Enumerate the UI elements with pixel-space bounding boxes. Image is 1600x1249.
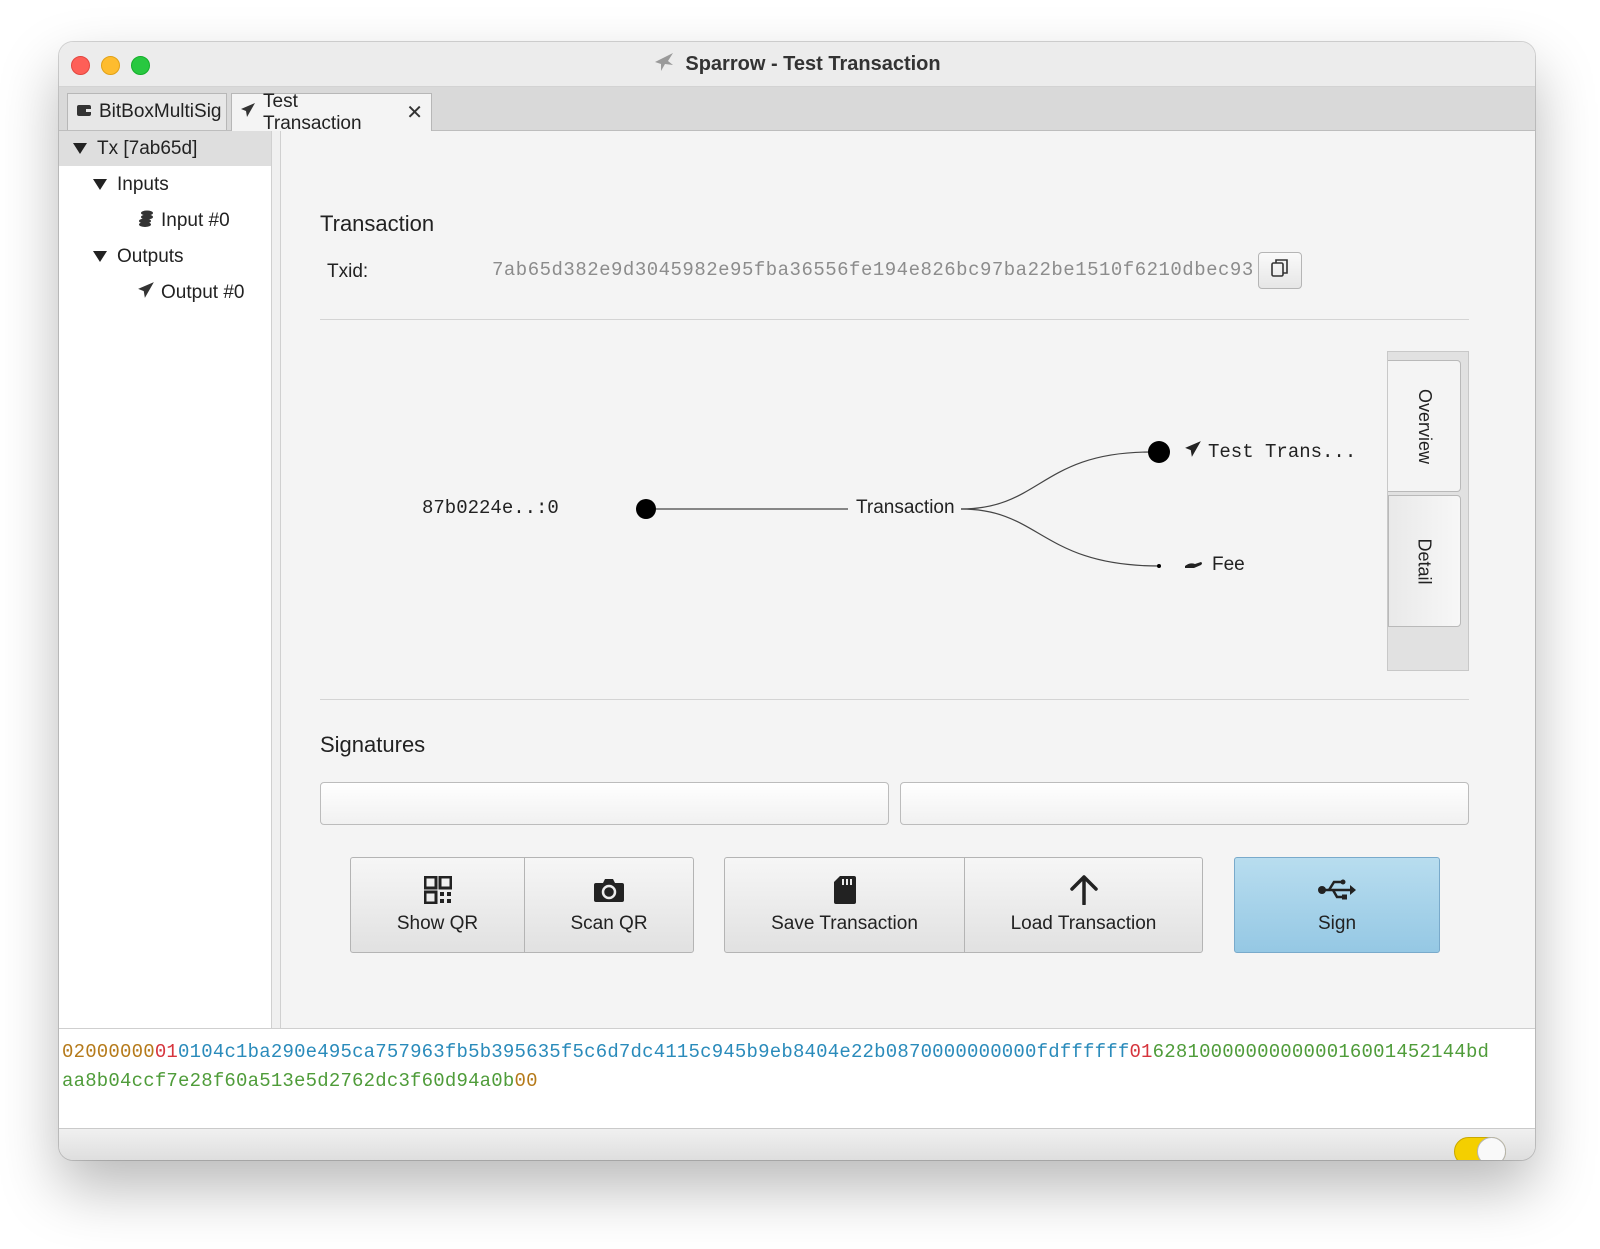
hex-segment: 00: [1013, 1041, 1037, 1063]
hand-coin-icon: [1184, 554, 1204, 576]
hex-segment: aa8b04ccf7e28f60a513e5d2762dc3f60d94a0b: [62, 1070, 515, 1092]
hex-segment: 01: [154, 1041, 179, 1063]
show-qr-button[interactable]: Show QR: [350, 857, 525, 953]
window-title: Sparrow - Test Transaction: [685, 52, 941, 75]
send-icon: [1184, 440, 1202, 464]
send-icon: [137, 281, 155, 305]
expand-triangle-icon[interactable]: [93, 251, 107, 262]
signature-progress-1: [320, 782, 889, 825]
expand-triangle-icon[interactable]: [73, 143, 87, 154]
load-transaction-button[interactable]: Load Transaction: [964, 857, 1203, 953]
output-label-text: Test Trans...: [1208, 441, 1357, 463]
hex-segment: 1600145214: [1338, 1041, 1455, 1063]
output-label[interactable]: Test Trans...: [1184, 440, 1356, 464]
status-bar: [59, 1128, 1535, 1160]
split-pane-divider[interactable]: [271, 131, 281, 1028]
tree-item-label: Outputs: [117, 245, 184, 267]
hex-segment: 01: [1129, 1041, 1153, 1063]
input-node[interactable]: [636, 499, 656, 519]
signatures-section-title: Signatures: [320, 732, 426, 757]
tree-item-outputs[interactable]: Outputs: [93, 239, 184, 274]
button-label: Show QR: [396, 913, 479, 934]
hex-line-1: 02000000010104c1ba290e495ca757963fb5b395…: [62, 1041, 1489, 1063]
hex-segment: 4bd: [1454, 1041, 1490, 1063]
hex-segment: 00000000: [920, 1041, 1014, 1063]
button-label: Sign: [1317, 913, 1357, 934]
sparrow-logo-icon: [653, 51, 675, 78]
tab-detail-label: Detail: [1415, 537, 1435, 585]
button-label: Save Transaction: [771, 913, 918, 934]
transaction-panel: Transaction Txid: 7ab65d382e9d3045982e95…: [281, 131, 1535, 1028]
close-tab-icon[interactable]: ✕: [406, 100, 423, 125]
expand-triangle-icon[interactable]: [93, 179, 107, 190]
tree-item-inputs[interactable]: Inputs: [93, 167, 169, 202]
connection-toggle[interactable]: [1454, 1137, 1506, 1160]
sd-card-icon: [833, 875, 857, 905]
title-bar: Sparrow - Test Transaction: [59, 42, 1535, 87]
save-transaction-button[interactable]: Save Transaction: [724, 857, 965, 953]
tab-bar: BitBoxMultiSig Test Transaction ✕: [59, 87, 1535, 134]
transaction-node-label: Transaction: [856, 497, 955, 518]
transaction-diagram: [636, 441, 1170, 568]
arrow-up-icon: [1069, 875, 1098, 905]
tab-overview-label: Overview: [1414, 388, 1435, 464]
transaction-tree: Tx [7ab65d] Inputs Input #0 Outputs Outp…: [59, 131, 271, 1028]
tree-item-output-0[interactable]: Output #0: [137, 275, 244, 310]
tree-item-label: Output #0: [161, 281, 245, 303]
output-node[interactable]: [1148, 441, 1170, 463]
fee-edge: [960, 508, 1160, 567]
transaction-hex-view[interactable]: 02000000010104c1ba290e495ca757963fb5b395…: [59, 1028, 1535, 1128]
hex-line-2: aa8b04ccf7e28f60a513e5d2762dc3f60d94a0b0…: [62, 1070, 538, 1092]
send-icon: [240, 102, 256, 124]
tree-item-label: Input #0: [161, 209, 230, 231]
input-label[interactable]: 87b0224e..:0: [422, 497, 559, 519]
button-label: Load Transaction: [1010, 913, 1157, 934]
sign-button[interactable]: Sign: [1234, 857, 1440, 953]
hex-segment: fdffffff: [1036, 1041, 1130, 1063]
tab-test-transaction[interactable]: Test Transaction ✕: [231, 91, 432, 134]
fee-node: [1157, 564, 1161, 568]
fee-label-text: Fee: [1212, 554, 1245, 575]
hex-segment: 00: [514, 1070, 538, 1092]
divider: [320, 699, 1469, 700]
hex-segment: 6281000000000000: [1152, 1041, 1339, 1063]
tab-detail[interactable]: Detail: [1388, 495, 1461, 627]
tree-item-input-0[interactable]: Input #0: [137, 203, 230, 238]
tree-item-label: Tx [7ab65d]: [97, 137, 198, 159]
toggle-knob: [1477, 1137, 1506, 1160]
tab-bitboxmultisig[interactable]: BitBoxMultiSig: [67, 93, 227, 130]
tab-label: Test Transaction: [263, 90, 362, 134]
app-window: Sparrow - Test Transaction BitBoxMultiSi…: [59, 42, 1535, 1160]
usb-icon: [1317, 875, 1357, 905]
signature-progress-2: [900, 782, 1469, 825]
scan-qr-button[interactable]: Scan QR: [524, 857, 694, 953]
fee-label[interactable]: Fee: [1184, 554, 1245, 576]
window-title-group: Sparrow - Test Transaction: [59, 42, 1535, 86]
button-label: Scan QR: [570, 913, 648, 934]
output-edge: [960, 451, 1152, 510]
qr-code-icon: [423, 875, 452, 905]
coins-icon: [137, 209, 155, 233]
tab-label: BitBoxMultiSig: [99, 101, 222, 122]
wallet-icon: [76, 101, 92, 123]
tab-overview[interactable]: Overview: [1388, 360, 1461, 492]
hex-segment: 0104c1ba290e495ca757963fb5b395635f5c6d7d…: [178, 1041, 921, 1063]
tree-item-tx[interactable]: Tx [7ab65d]: [59, 131, 271, 166]
hex-segment: 02000000: [62, 1041, 155, 1063]
tree-item-label: Inputs: [117, 173, 169, 195]
camera-icon: [593, 875, 625, 905]
diagram-view-tabs: Overview Detail: [1387, 351, 1469, 671]
